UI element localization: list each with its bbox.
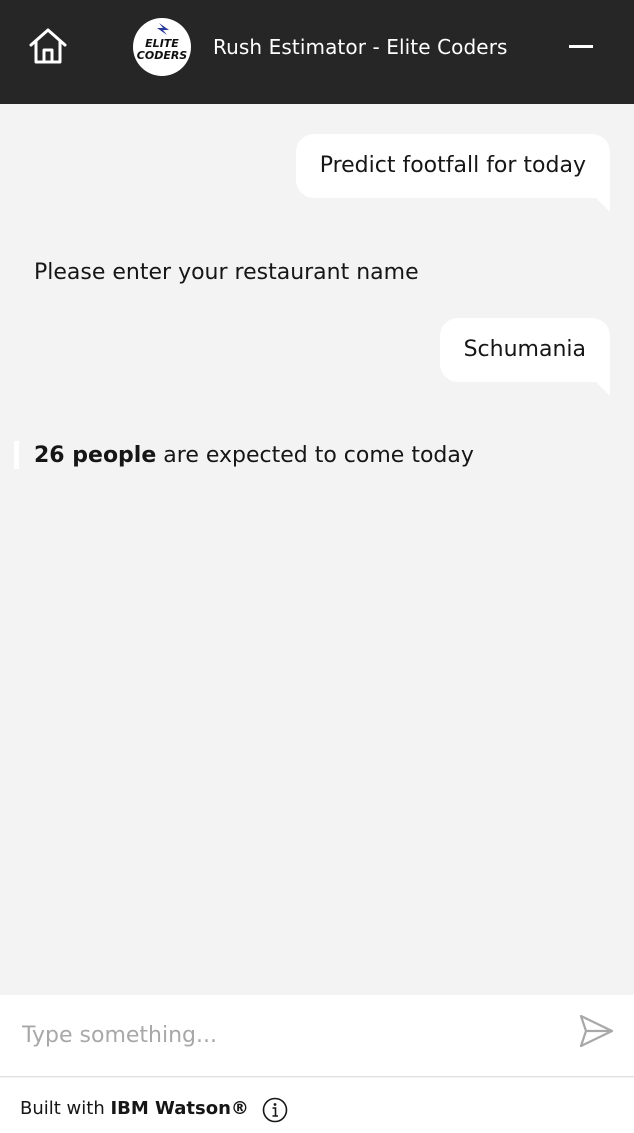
built-with-label: Built with IBM Watson® xyxy=(20,1097,249,1121)
footer-brand: IBM Watson® xyxy=(110,1098,249,1119)
svg-text:CODERS: CODERS xyxy=(137,49,188,62)
send-button[interactable] xyxy=(576,1011,616,1051)
message-input[interactable] xyxy=(22,1015,552,1055)
footfall-count: 26 people xyxy=(34,443,157,468)
chat-title: Rush Estimator - Elite Coders xyxy=(213,35,508,59)
home-button[interactable] xyxy=(26,24,70,68)
footer-prefix: Built with xyxy=(20,1098,111,1119)
brand-logo: ELITE CODERS xyxy=(133,18,191,76)
footer: Built with IBM Watson® xyxy=(0,1078,634,1133)
info-icon xyxy=(262,1097,288,1123)
bot-message: Please enter your restaurant name xyxy=(34,258,419,288)
message-text: Schumania xyxy=(463,337,586,362)
bot-message-marker xyxy=(14,441,19,469)
message-text: Please enter your restaurant name xyxy=(34,260,419,285)
user-message: Schumania xyxy=(439,318,611,396)
chat-transcript: Predict footfall for today Please enter … xyxy=(0,104,634,995)
minimize-button[interactable] xyxy=(566,30,596,60)
bot-message: 26 people are expected to come today xyxy=(34,441,474,471)
home-icon xyxy=(29,28,67,64)
app-header: ELITE CODERS Rush Estimator - Elite Code… xyxy=(0,0,634,104)
info-button[interactable] xyxy=(262,1097,288,1123)
user-message: Predict footfall for today xyxy=(295,134,611,212)
message-text: are expected to come today xyxy=(156,443,474,468)
minimize-icon xyxy=(569,45,593,48)
send-icon xyxy=(579,1014,614,1048)
message-text: Predict footfall for today xyxy=(319,153,586,178)
message-composer xyxy=(0,995,634,1077)
